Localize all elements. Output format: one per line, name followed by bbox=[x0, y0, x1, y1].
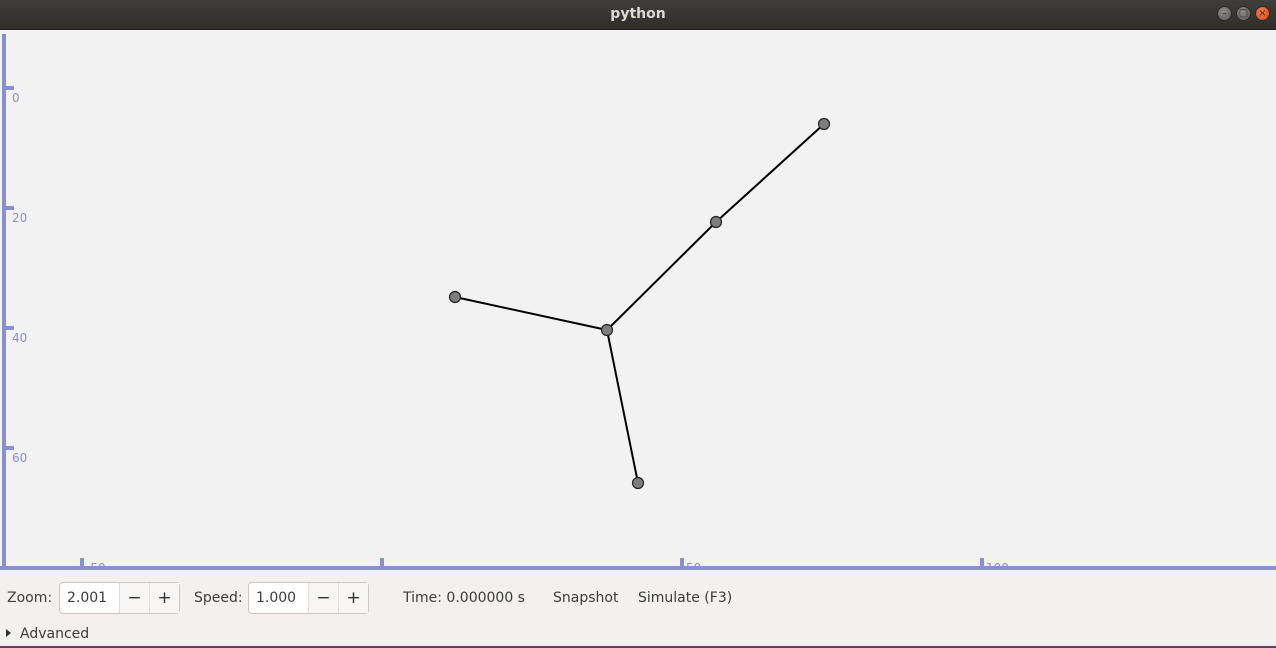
speed-increase-button[interactable]: + bbox=[338, 583, 368, 613]
link bbox=[606, 329, 639, 484]
speed-label: Speed: bbox=[194, 590, 243, 606]
x-tick-label: 50 bbox=[686, 561, 702, 570]
speed-input[interactable]: 1.000 bbox=[249, 583, 309, 613]
y-tick-label: 60 bbox=[12, 451, 28, 465]
zoom-decrease-button[interactable]: − bbox=[120, 583, 149, 613]
advanced-expander[interactable]: Advanced bbox=[6, 624, 89, 644]
node[interactable] bbox=[448, 290, 462, 304]
node[interactable] bbox=[600, 323, 614, 337]
title-bar: python – □ × bbox=[0, 0, 1276, 30]
zoom-increase-button[interactable]: + bbox=[149, 583, 179, 613]
zoom-spinbutton[interactable]: 2.001 − + bbox=[59, 582, 180, 614]
speed-spinbutton[interactable]: 1.000 − + bbox=[248, 582, 369, 614]
node[interactable] bbox=[709, 215, 723, 229]
link bbox=[606, 221, 717, 331]
window-title: python bbox=[610, 6, 666, 22]
advanced-label: Advanced bbox=[20, 626, 90, 642]
simulate-button[interactable]: Simulate (F3) bbox=[638, 588, 732, 608]
speed-decrease-button[interactable]: − bbox=[309, 583, 338, 613]
link bbox=[454, 296, 608, 331]
close-icon[interactable]: × bbox=[1255, 6, 1270, 21]
time-readout: Time: 0.000000 s bbox=[403, 590, 525, 606]
expander-arrow-icon bbox=[6, 629, 11, 637]
controls-bar: Zoom: 2.001 − + Speed: 1.000 − + Time: 0… bbox=[0, 572, 1276, 648]
canvas-svg bbox=[0, 34, 1276, 570]
y-tick-label: 40 bbox=[12, 331, 28, 345]
x-tick-label: 100 bbox=[986, 561, 1009, 570]
y-tick-label: 0 bbox=[12, 91, 20, 105]
node[interactable] bbox=[631, 476, 645, 490]
snapshot-button[interactable]: Snapshot bbox=[553, 588, 618, 608]
zoom-input[interactable]: 2.001 bbox=[60, 583, 120, 613]
zoom-label: Zoom: bbox=[7, 590, 53, 606]
simulation-canvas[interactable]: 0 20 40 60 -50 50 100 bbox=[0, 30, 1276, 570]
y-tick-label: 20 bbox=[12, 211, 28, 225]
x-tick-label: -50 bbox=[86, 561, 106, 570]
node[interactable] bbox=[817, 117, 831, 131]
maximize-icon[interactable]: □ bbox=[1236, 6, 1251, 21]
minimize-icon[interactable]: – bbox=[1217, 6, 1232, 21]
link bbox=[715, 123, 825, 223]
